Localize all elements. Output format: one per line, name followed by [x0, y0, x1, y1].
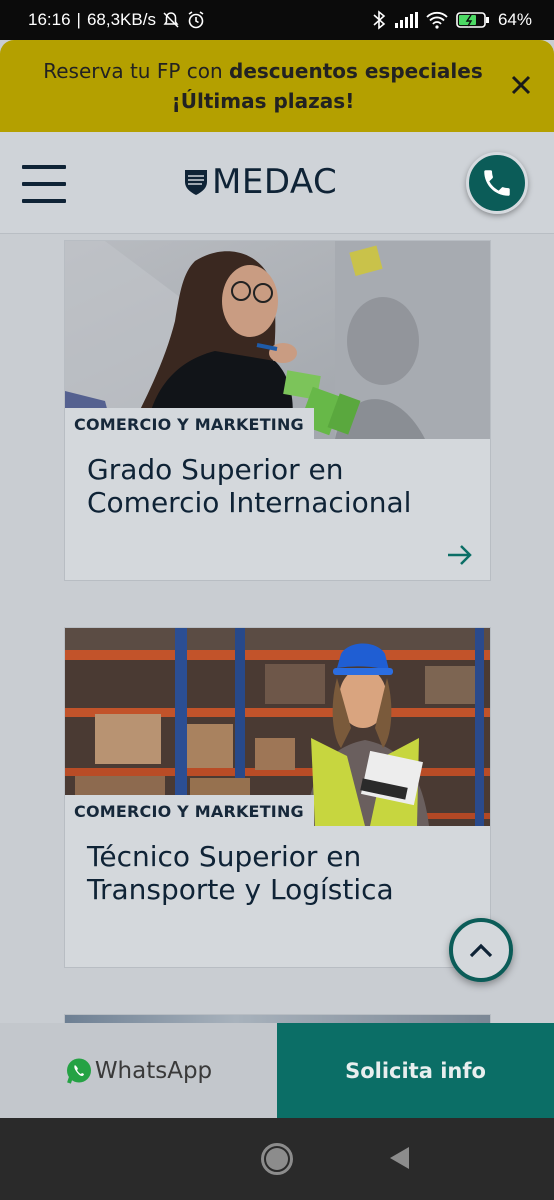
- promo-banner: Reserva tu FP con descuentos especiales …: [0, 40, 554, 132]
- course-image: COMERCIO Y MARKETING: [65, 241, 490, 439]
- scroll-to-top-button[interactable]: [449, 918, 513, 982]
- back-nav-button[interactable]: [390, 1147, 409, 1169]
- course-list: COMERCIO Y MARKETING Grado Superior en C…: [0, 235, 554, 1023]
- shield-logo-icon: [185, 170, 207, 195]
- home-icon: [266, 1148, 288, 1170]
- battery-level: 64%: [497, 10, 532, 29]
- medac-logo[interactable]: MEDAC: [184, 162, 337, 202]
- category-tag: COMERCIO Y MARKETING: [65, 408, 314, 439]
- close-promo-button[interactable]: [506, 70, 536, 100]
- signal-icon: [394, 12, 418, 28]
- system-nav-bar: [0, 1118, 554, 1200]
- chevron-up-icon[interactable]: [468, 941, 494, 959]
- hamburger-menu-button[interactable]: [22, 165, 66, 203]
- promo-text: Reserva tu FP con descuentos especiales …: [43, 59, 483, 113]
- bluetooth-icon: [372, 10, 386, 30]
- status-bar: 16:16 | 68,3KB/s 64%: [0, 0, 554, 40]
- whatsapp-label: WhatsApp: [94, 1057, 213, 1084]
- phone-icon[interactable]: [480, 166, 514, 200]
- course-title: Grado Superior en Comercio Internacional: [87, 453, 412, 519]
- wifi-icon: [426, 11, 448, 29]
- course-card[interactable]: COMERCIO Y MARKETING Grado Superior en C…: [64, 240, 491, 581]
- course-card[interactable]: COMERCIO Y MARKETING Técnico Superior en…: [64, 627, 491, 968]
- alarm-icon: [186, 10, 206, 30]
- course-card[interactable]: [64, 1014, 491, 1023]
- home-nav-button[interactable]: [261, 1143, 293, 1175]
- battery-icon: [456, 11, 490, 29]
- course-image: COMERCIO Y MARKETING: [65, 628, 490, 826]
- network-speed: 68,3KB/s: [86, 10, 156, 29]
- request-info-button[interactable]: Solicita info: [277, 1023, 554, 1118]
- close-icon[interactable]: [510, 74, 532, 96]
- request-info-label: Solicita info: [345, 1058, 486, 1083]
- arrow-right-icon[interactable]: [446, 543, 474, 567]
- call-button[interactable]: [466, 152, 528, 214]
- status-time: 16:16: [28, 10, 71, 29]
- whatsapp-icon: [66, 1058, 91, 1084]
- whatsapp-button[interactable]: WhatsApp: [0, 1023, 277, 1118]
- bell-off-icon: [162, 11, 180, 29]
- course-title: Técnico Superior en Transporte y Logísti…: [87, 840, 394, 906]
- category-tag: COMERCIO Y MARKETING: [65, 795, 314, 826]
- logo-text: MEDAC: [212, 162, 338, 202]
- course-image: [65, 1015, 490, 1023]
- bottom-cta-bar: WhatsApp Solicita info: [0, 1023, 554, 1118]
